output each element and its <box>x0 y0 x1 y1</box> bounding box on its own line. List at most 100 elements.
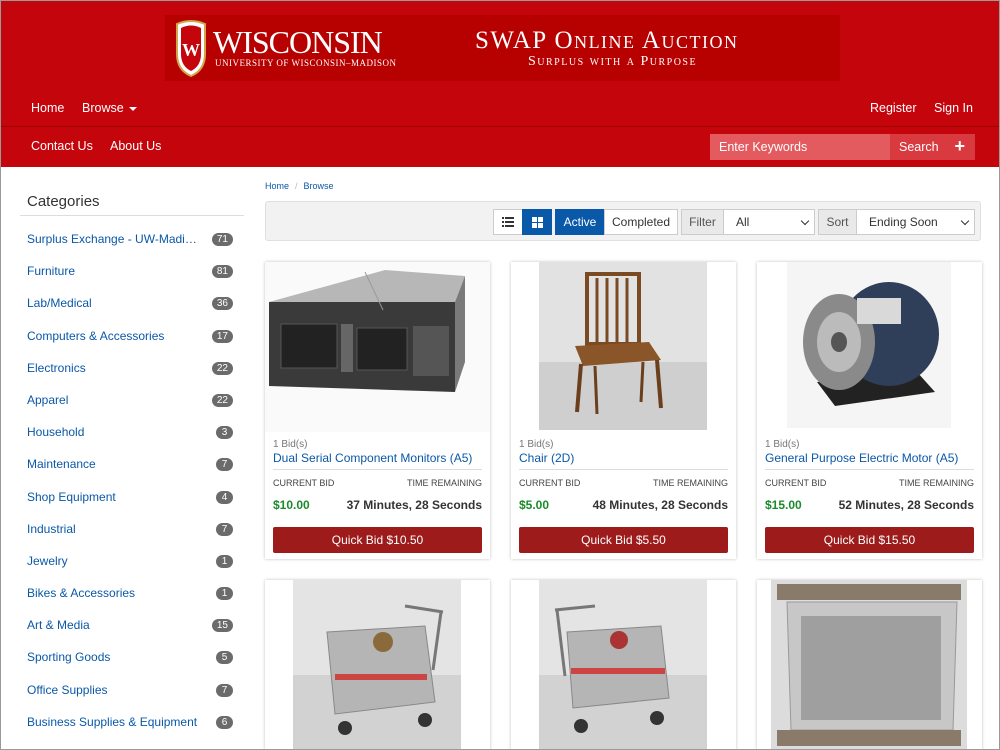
list-view-button[interactable] <box>493 209 523 235</box>
category-label[interactable]: Computers & Accessories <box>27 329 164 343</box>
listing-title[interactable]: Dual Serial Component Monitors (A5) <box>273 451 472 465</box>
category-item[interactable]: Computers & Accessories 17 <box>27 329 237 361</box>
breadcrumb-browse[interactable]: Browse <box>304 181 334 191</box>
category-item[interactable]: Sporting Goods 5 <box>27 650 237 682</box>
nav-browse-dropdown[interactable]: Browse <box>82 101 137 115</box>
completed-filter-button[interactable]: Completed <box>604 209 678 235</box>
grid-view-icon <box>531 216 543 228</box>
current-bid-label: CURRENT BID <box>273 478 335 488</box>
category-item[interactable]: Jewelry 1 <box>27 554 237 586</box>
bid-count: 1 Bid(s) <box>765 439 800 450</box>
category-label[interactable]: Office Supplies <box>27 683 108 697</box>
category-count-badge: 1 <box>216 587 233 601</box>
category-label[interactable]: Household <box>27 425 84 439</box>
category-count-badge: 7 <box>216 683 233 697</box>
nav-home-link[interactable]: Home <box>31 101 64 115</box>
keyword-search-input[interactable] <box>710 134 890 160</box>
listing-title[interactable]: General Purpose Electric Motor (A5) <box>765 451 958 465</box>
chevron-down-icon <box>960 216 970 226</box>
metal-frame-photo <box>757 580 982 750</box>
sort-select[interactable]: Ending Soon <box>856 209 975 235</box>
current-bid-value: $10.00 <box>273 498 310 512</box>
active-filter-button[interactable]: Active <box>555 209 605 235</box>
category-count-badge: 36 <box>211 297 233 311</box>
grid-view-button[interactable] <box>522 209 552 235</box>
breadcrumb-separator: / <box>295 181 298 191</box>
nav-register-link[interactable]: Register <box>870 101 917 115</box>
quick-bid-button[interactable]: Quick Bid $5.50 <box>519 527 728 553</box>
card-divider <box>273 469 482 470</box>
quick-bid-button[interactable]: Quick Bid $10.50 <box>273 527 482 553</box>
category-count-badge: 7 <box>216 522 233 536</box>
category-item[interactable]: Household 3 <box>27 425 237 457</box>
time-remaining-label: TIME REMAINING <box>406 478 482 488</box>
listing-title[interactable]: Chair (2D) <box>519 451 574 465</box>
category-item[interactable]: Art & Media 15 <box>27 618 237 650</box>
category-label[interactable]: Shop Equipment <box>27 490 116 504</box>
category-label[interactable]: Electronics <box>27 361 86 375</box>
listing-image[interactable] <box>265 580 490 750</box>
category-label[interactable]: Bikes & Accessories <box>27 586 135 600</box>
plus-icon[interactable]: + <box>954 137 965 155</box>
category-label[interactable]: Furniture <box>27 264 75 278</box>
categories-divider <box>20 215 244 216</box>
category-label[interactable]: Apparel <box>27 393 68 407</box>
filter-select[interactable]: All <box>723 209 815 235</box>
category-label[interactable]: Art & Media <box>27 618 90 632</box>
category-count-badge: 4 <box>216 490 233 504</box>
listing-image[interactable] <box>511 262 736 432</box>
category-count-badge: 6 <box>216 715 233 729</box>
listing-card[interactable]: 1 Bid(s) Dual Serial Component Monitors … <box>265 262 490 559</box>
site-subtitle: Surplus with a Purpose <box>528 54 698 69</box>
category-count-badge: 22 <box>211 361 233 375</box>
category-item[interactable]: Bikes & Accessories 1 <box>27 586 237 618</box>
listing-image[interactable] <box>757 580 982 750</box>
search-button[interactable]: Search + <box>890 134 975 160</box>
uw-crest-icon: W <box>176 20 206 78</box>
category-item[interactable]: Shop Equipment 4 <box>27 490 237 522</box>
fuel-cart-photo <box>511 580 736 750</box>
category-item[interactable]: Business Supplies & Equipment 6 <box>27 715 237 747</box>
breadcrumb: Home / Browse <box>265 181 334 191</box>
category-item[interactable]: Lab/Medical 36 <box>27 296 237 328</box>
category-item[interactable]: Industrial 7 <box>27 522 237 554</box>
quick-bid-button[interactable]: Quick Bid $15.50 <box>765 527 974 553</box>
sort-select-value: Ending Soon <box>869 215 938 229</box>
category-item[interactable]: Surplus Exchange - UW-Madison 71 <box>27 232 237 264</box>
listing-image[interactable] <box>511 580 736 750</box>
breadcrumb-home[interactable]: Home <box>265 181 289 191</box>
site-logo-banner[interactable]: W WISCONSIN UNIVERSITY OF WISCONSIN–MADI… <box>165 15 840 81</box>
category-item[interactable]: Maintenance 7 <box>27 457 237 489</box>
category-label[interactable]: Lab/Medical <box>27 296 92 310</box>
listing-card[interactable]: 1 Bid(s) Chair (2D) CURRENT BID TIME REM… <box>511 262 736 559</box>
listing-card[interactable] <box>265 580 490 750</box>
university-submark: UNIVERSITY OF WISCONSIN–MADISON <box>215 58 397 68</box>
card-divider <box>765 469 974 470</box>
category-label[interactable]: Jewelry <box>27 554 68 568</box>
time-remaining-value: 48 Minutes, 28 Seconds <box>592 498 728 512</box>
category-item[interactable]: Office Supplies 7 <box>27 683 237 715</box>
category-item[interactable]: Electronics 22 <box>27 361 237 393</box>
category-label[interactable]: Industrial <box>27 522 76 536</box>
nav-sign-in-link[interactable]: Sign In <box>934 101 973 115</box>
category-count-badge: 81 <box>211 265 233 279</box>
header-banner: W WISCONSIN UNIVERSITY OF WISCONSIN–MADI… <box>1 1 999 90</box>
listing-card[interactable] <box>757 580 982 750</box>
category-label[interactable]: Business Supplies & Equipment <box>27 715 197 729</box>
listing-toolbar: Active Completed Filter All Sort Ending … <box>265 201 981 241</box>
category-label[interactable]: Sporting Goods <box>27 650 110 664</box>
category-count-badge: 17 <box>211 329 233 343</box>
nav-contact-link[interactable]: Contact Us <box>31 139 93 153</box>
nav-about-link[interactable]: About Us <box>110 139 161 153</box>
listing-card[interactable] <box>511 580 736 750</box>
category-item[interactable]: Furniture 81 <box>27 264 237 296</box>
listing-image[interactable] <box>757 262 982 432</box>
listing-image[interactable] <box>265 262 490 432</box>
category-item[interactable]: Apparel 22 <box>27 393 237 425</box>
category-count-badge: 71 <box>211 233 233 246</box>
listing-card[interactable]: 1 Bid(s) General Purpose Electric Motor … <box>757 262 982 559</box>
current-bid-value: $15.00 <box>765 498 802 512</box>
category-label[interactable]: Surplus Exchange - UW-Madison <box>27 232 199 246</box>
category-label[interactable]: Maintenance <box>27 457 96 471</box>
category-count-badge: 3 <box>216 426 233 440</box>
